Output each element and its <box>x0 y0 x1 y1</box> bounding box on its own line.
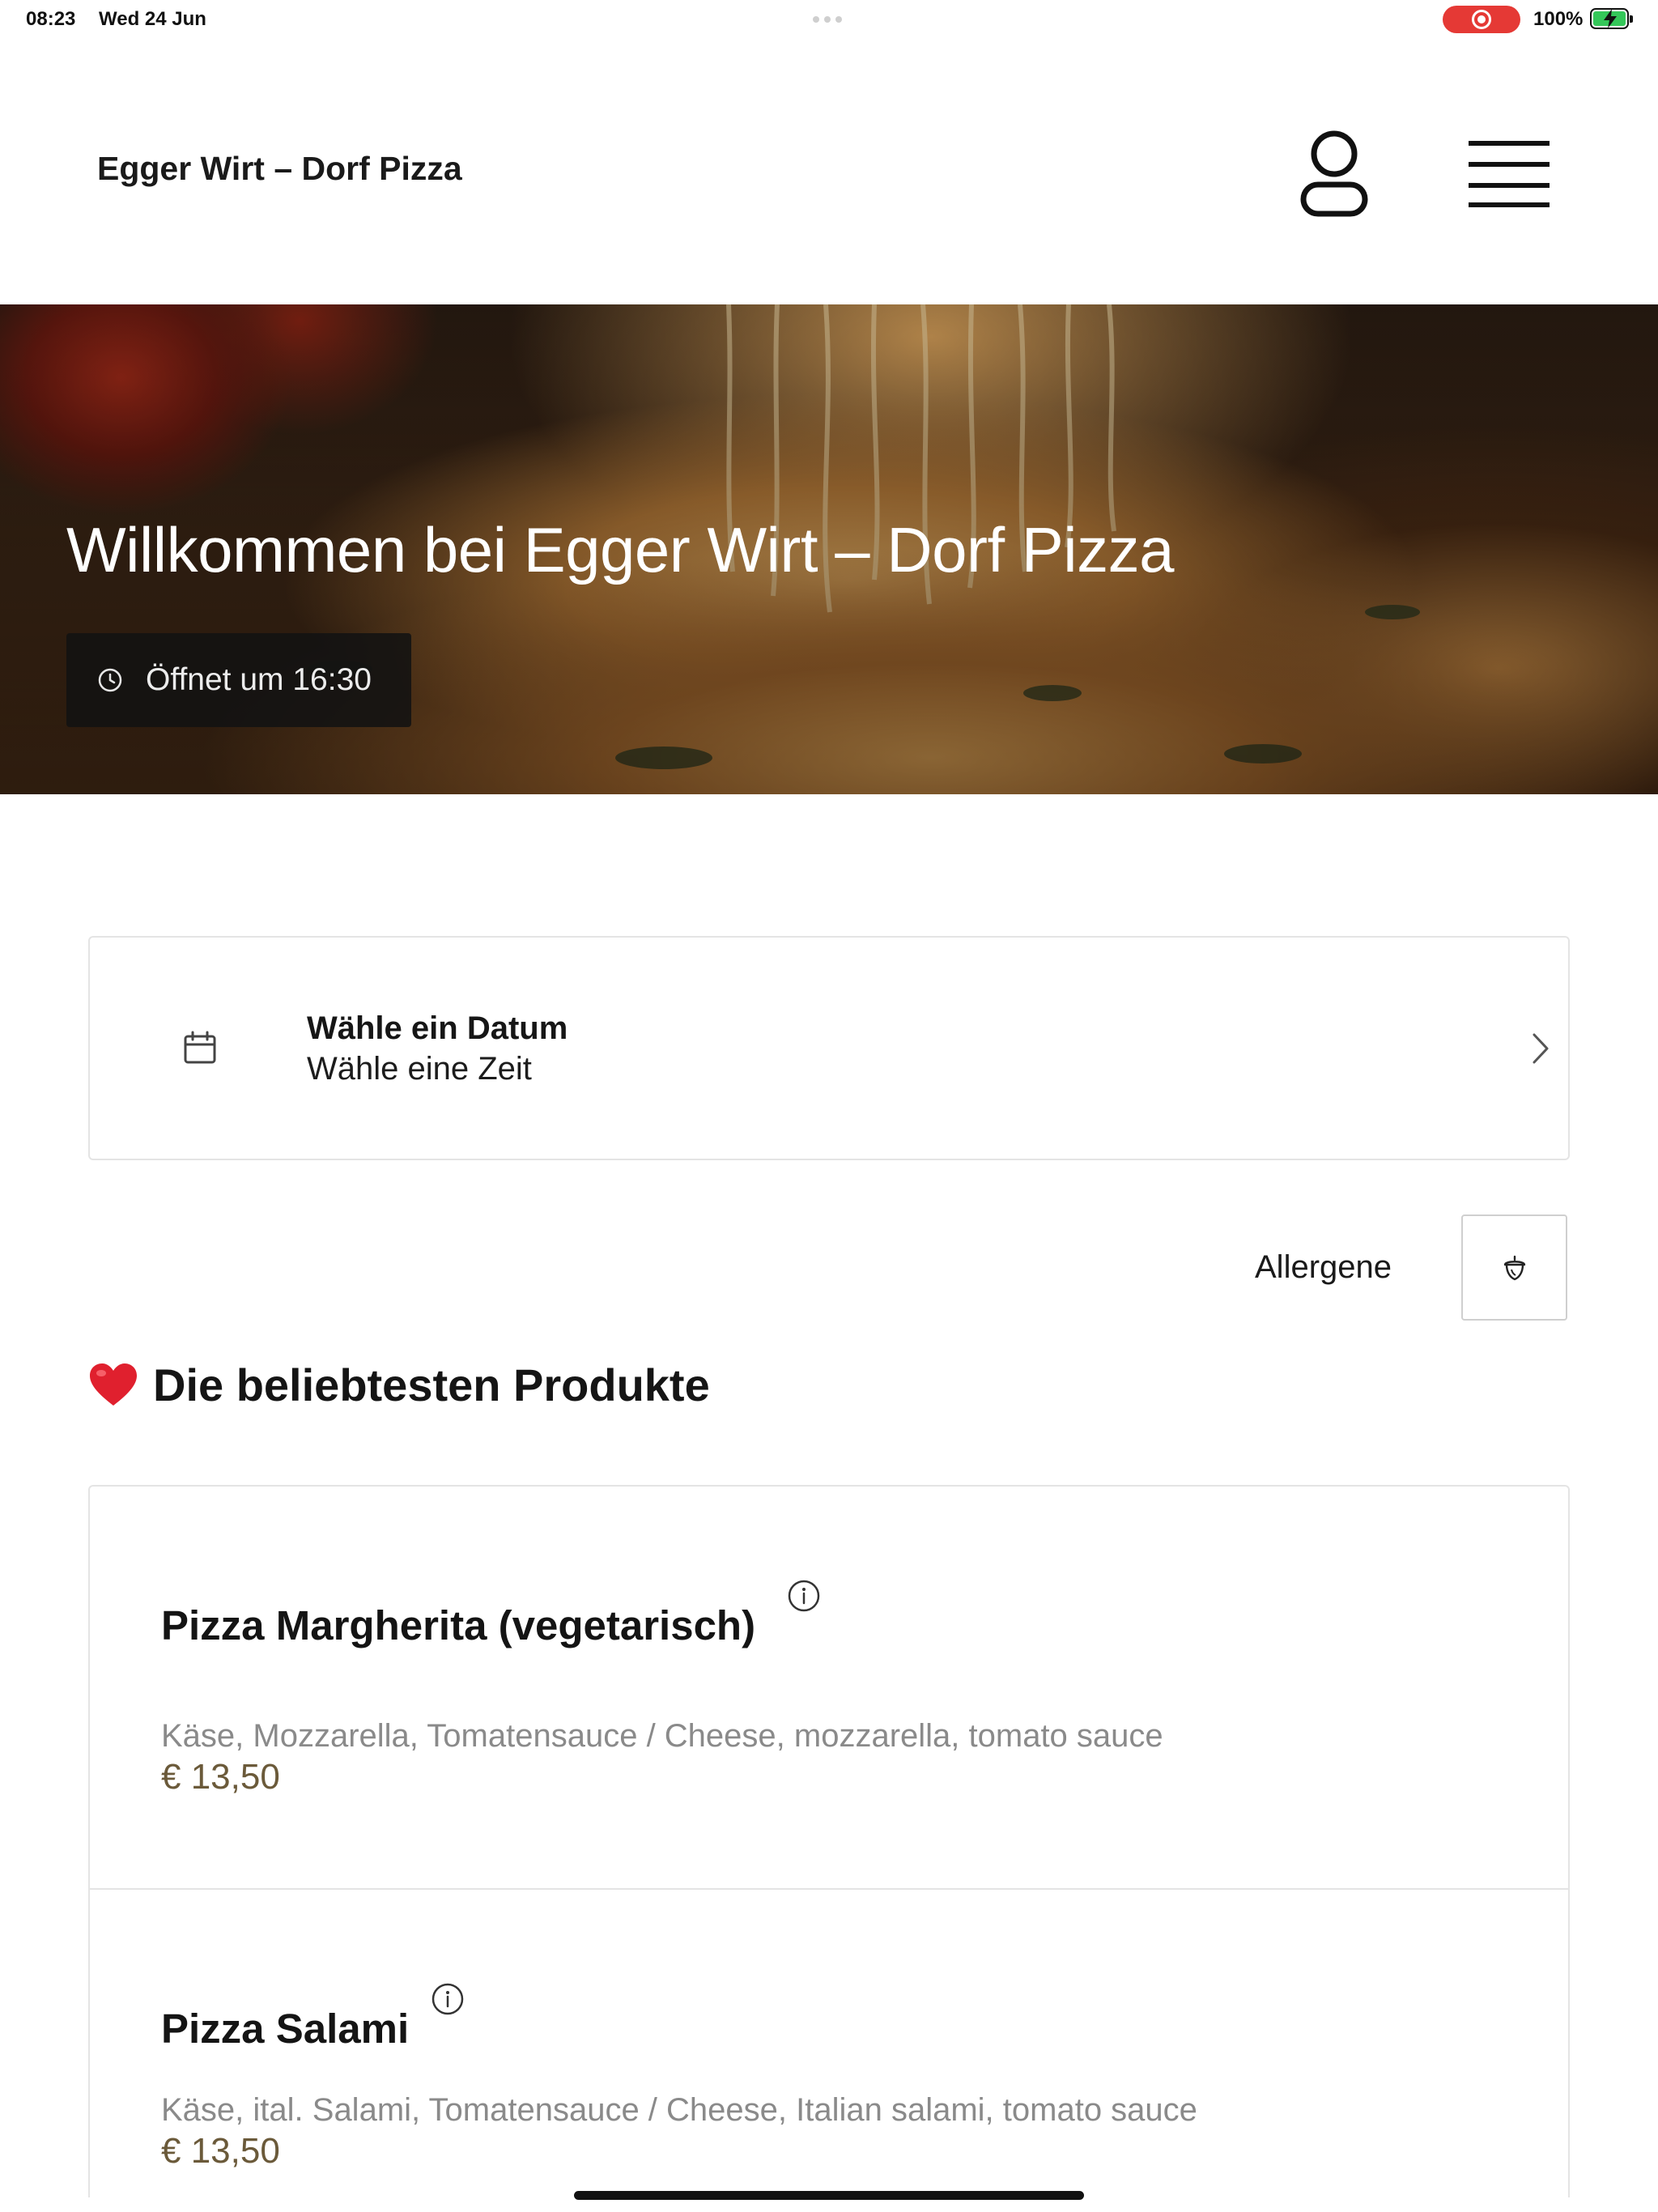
allergens-button[interactable] <box>1461 1214 1567 1321</box>
choose-time-label: Wähle eine Zeit <box>307 1051 532 1087</box>
product-description: Käse, ital. Salami, Tomatensauce / Chees… <box>161 2092 1197 2128</box>
product-name: Pizza Margherita (vegetarisch) <box>161 1602 756 1648</box>
user-icon <box>1300 130 1368 217</box>
screen-recording-indicator[interactable] <box>1443 6 1520 33</box>
hamburger-menu-icon <box>1469 141 1550 207</box>
info-icon[interactable] <box>430 1981 466 2017</box>
home-indicator[interactable] <box>574 2191 1084 2200</box>
date-time-picker[interactable]: Wähle ein Datum Wähle eine Zeit <box>88 936 1570 1160</box>
product-item-margherita[interactable]: Pizza Margherita (vegetarisch) Käse, Moz… <box>90 1487 1568 1890</box>
hero-banner: Willkommen bei Egger Wirt – Dorf Pizza Ö… <box>0 304 1658 794</box>
allergens-label: Allergene <box>1255 1249 1392 1285</box>
product-price: € 13,50 <box>161 2131 280 2171</box>
status-bar: 08:23 Wed 24 Jun 100% <box>0 0 1658 40</box>
battery-percentage: 100% <box>1533 8 1584 30</box>
status-date: Wed 24 Jun <box>99 8 206 30</box>
product-name: Pizza Salami <box>161 2006 410 2052</box>
popular-products-heading: Die beliebtesten Produkte <box>88 1359 710 1411</box>
menu-button[interactable] <box>1457 130 1562 219</box>
info-icon[interactable] <box>786 1578 822 1614</box>
product-description: Käse, Mozzarella, Tomatensauce / Cheese,… <box>161 1718 1163 1754</box>
calendar-icon <box>184 1031 216 1064</box>
product-list: Pizza Margherita (vegetarisch) Käse, Moz… <box>88 1485 1570 2197</box>
hero-title: Willkommen bei Egger Wirt – Dorf Pizza <box>66 514 1175 585</box>
clock-icon <box>98 668 122 692</box>
status-time: 08:23 <box>26 8 76 30</box>
product-item-salami[interactable]: Pizza Salami Käse, ital. Salami, Tomaten… <box>90 1890 1568 2197</box>
heart-icon <box>90 1363 137 1406</box>
opening-hours-badge: Öffnet um 16:30 <box>66 633 411 727</box>
account-button[interactable] <box>1286 121 1383 227</box>
record-icon <box>1472 10 1491 29</box>
site-header: Egger Wirt – Dorf Pizza <box>0 40 1658 304</box>
chevron-right-icon <box>1533 1033 1549 1064</box>
product-price: € 13,50 <box>161 1757 280 1797</box>
choose-date-label: Wähle ein Datum <box>307 1010 568 1046</box>
charging-bolt-icon <box>1604 9 1617 28</box>
opening-hours-text: Öffnet um 16:30 <box>146 662 372 697</box>
battery-icon <box>1590 8 1633 29</box>
acorn-icon <box>1503 1255 1525 1280</box>
multitasking-dots-icon[interactable] <box>813 16 842 23</box>
popular-products-title: Die beliebtesten Produkte <box>153 1359 710 1410</box>
brand-title[interactable]: Egger Wirt – Dorf Pizza <box>97 150 462 188</box>
